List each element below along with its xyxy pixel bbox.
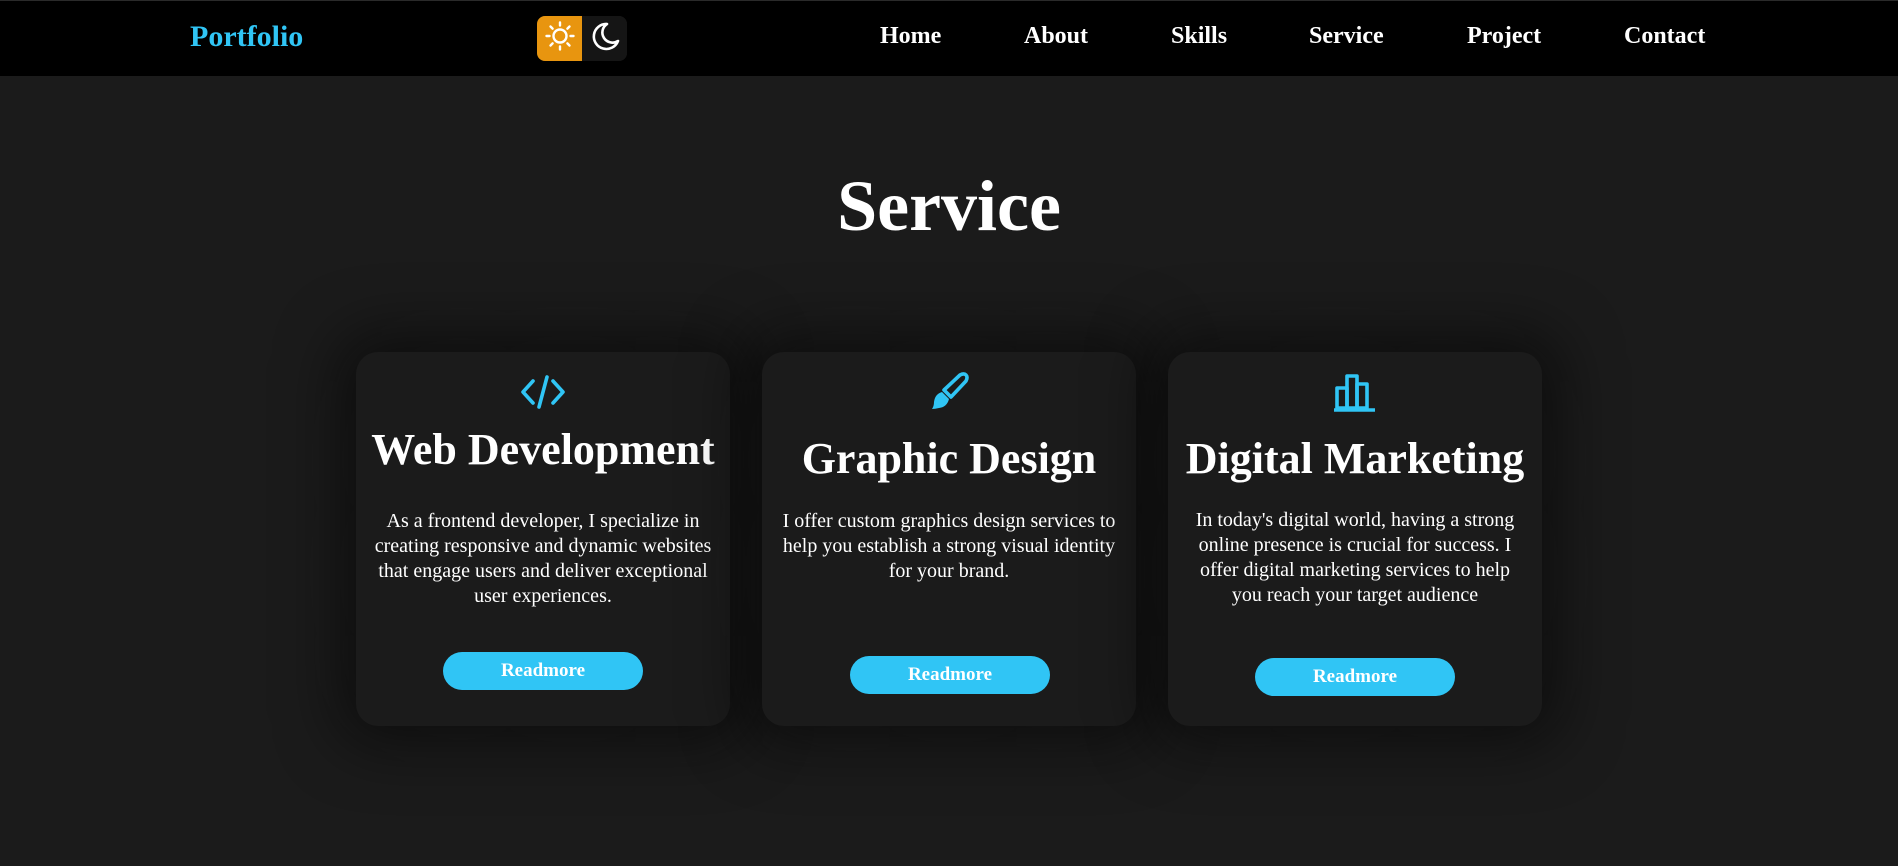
- bar-chart-icon: [1168, 370, 1542, 414]
- card-description: As a frontend developer, I specialize in…: [374, 510, 712, 607]
- nav-home[interactable]: Home: [880, 23, 941, 50]
- nav-contact[interactable]: Contact: [1624, 23, 1705, 50]
- nav-skills[interactable]: Skills: [1171, 23, 1227, 50]
- navbar: Portfolio Home About Skills Service Proj…: [0, 0, 1898, 76]
- nav-about[interactable]: About: [1024, 23, 1088, 50]
- readmore-button[interactable]: Readmore: [1255, 658, 1455, 696]
- card-title: Graphic Design: [801, 434, 1097, 483]
- service-card-web-development: Web Development As a frontend developer,…: [356, 352, 730, 726]
- service-card-graphic-design: Graphic Design I offer custom graphics d…: [762, 352, 1136, 726]
- card-description: In today's digital world, having a stron…: [1195, 509, 1515, 606]
- main-nav: Home About Skills Service Project Contac…: [0, 23, 1898, 63]
- paintbrush-icon: [762, 370, 1136, 414]
- nav-project[interactable]: Project: [1467, 23, 1541, 50]
- code-icon: [356, 370, 730, 414]
- readmore-button[interactable]: Readmore: [850, 656, 1050, 694]
- card-title: Digital Marketing: [1185, 434, 1525, 483]
- card-description: I offer custom graphics design services …: [782, 510, 1116, 582]
- service-card-digital-marketing: Digital Marketing In today's digital wor…: [1168, 352, 1542, 726]
- section-title: Service: [837, 166, 1061, 246]
- nav-service[interactable]: Service: [1309, 23, 1384, 50]
- card-title: Web Development: [371, 425, 715, 474]
- readmore-button[interactable]: Readmore: [443, 652, 643, 690]
